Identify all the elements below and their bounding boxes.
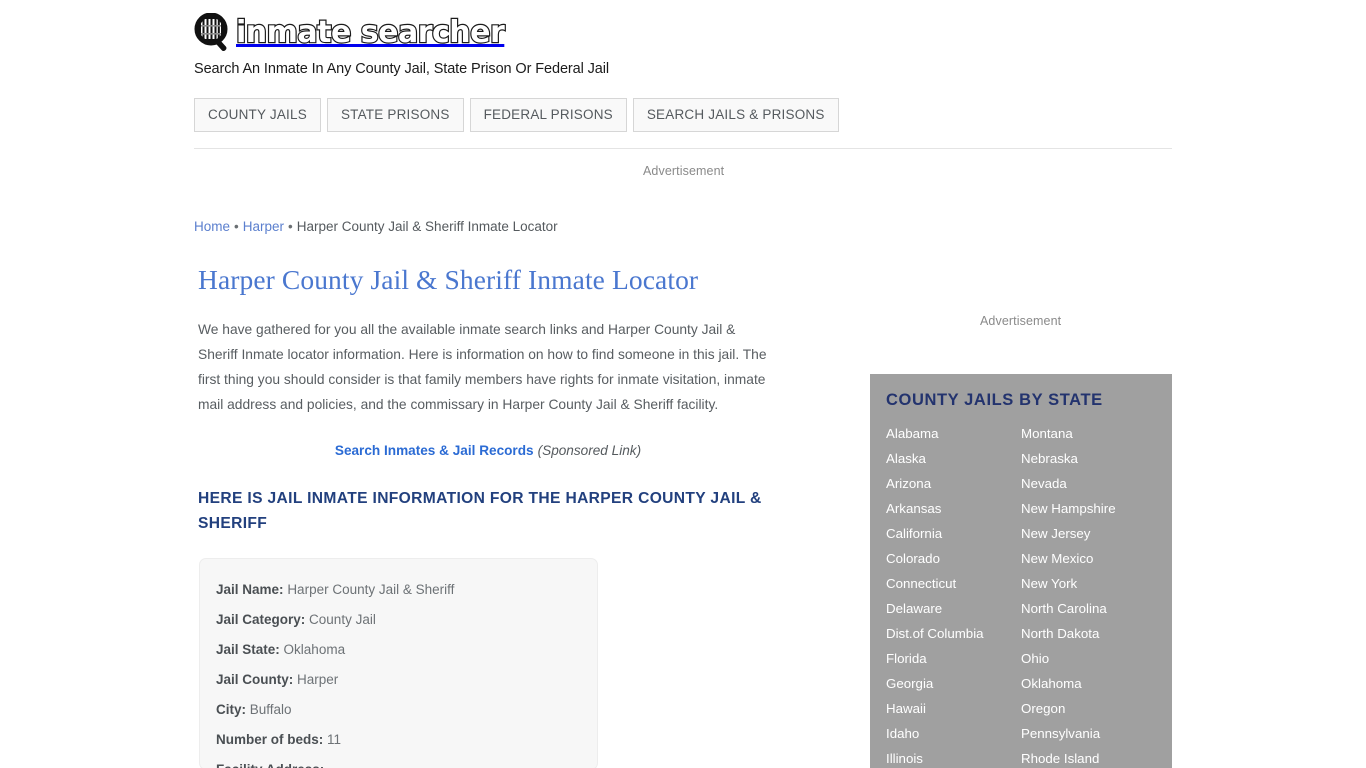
breadcrumb-separator-2: •: [288, 219, 293, 234]
info-key: City:: [216, 702, 246, 717]
state-link-california[interactable]: California: [886, 521, 1021, 546]
info-key: Facility Address:: [216, 762, 324, 768]
info-value: Harper County Jail & Sheriff: [287, 582, 455, 597]
state-link-montana[interactable]: Montana: [1021, 421, 1171, 446]
state-link-north-carolina[interactable]: North Carolina: [1021, 596, 1171, 621]
state-link-north-dakota[interactable]: North Dakota: [1021, 621, 1171, 646]
site-logo[interactable]: inmate searcher: [194, 12, 1174, 54]
state-link-idaho[interactable]: Idaho: [886, 721, 1021, 746]
state-link-arizona[interactable]: Arizona: [886, 471, 1021, 496]
state-link-dist-of-columbia[interactable]: Dist.of Columbia: [886, 621, 1021, 646]
nav-item-federal-prisons[interactable]: FEDERAL PRISONS: [469, 98, 627, 132]
advertisement-label-top: Advertisement: [643, 164, 725, 178]
info-value: 11: [327, 732, 342, 747]
nav-item-state-prisons[interactable]: STATE PRISONS: [326, 98, 464, 132]
state-link-new-mexico[interactable]: New Mexico: [1021, 546, 1171, 571]
sidebar-title: COUNTY JAILS BY STATE: [886, 391, 1103, 409]
state-link-hawaii[interactable]: Hawaii: [886, 696, 1021, 721]
advertisement-label-sidebar: Advertisement: [980, 314, 1062, 328]
header-divider: [194, 148, 1172, 149]
breadcrumb: Home • Harper • Harper County Jail & Sheriff…: [194, 219, 558, 234]
page-title: Harper County Jail & Sheriff Inmate Loca…: [198, 264, 699, 295]
state-link-new-york[interactable]: New York: [1021, 571, 1171, 596]
breadcrumb-current: Harper County Jail & Sheriff Inmate Loca…: [296, 219, 558, 234]
info-key: Jail State:: [216, 642, 280, 657]
state-link-delaware[interactable]: Delaware: [886, 596, 1021, 621]
state-link-new-hampshire[interactable]: New Hampshire: [1021, 496, 1171, 521]
nav-item-search-jails-prisons[interactable]: SEARCH JAILS & PRISONS: [632, 98, 839, 132]
state-link-rhode-island[interactable]: Rhode Island: [1021, 746, 1171, 768]
state-link-alaska[interactable]: Alaska: [886, 446, 1021, 471]
breadcrumb-county[interactable]: Harper: [243, 219, 284, 234]
state-link-alabama[interactable]: Alabama: [886, 421, 1021, 446]
info-key: Jail Category:: [216, 612, 306, 627]
info-key: Jail County:: [216, 672, 294, 687]
info-row-facility-address: Facility Address:: [216, 755, 597, 768]
info-row-jail-name: Jail Name: Harper County Jail & Sheriff: [216, 575, 597, 605]
state-column-2: Montana Nebraska Nevada New Hampshire Ne…: [1021, 421, 1171, 768]
site-tagline: Search An Inmate In Any County Jail, Sta…: [194, 61, 610, 77]
info-row-jail-category: Jail Category: County Jail: [216, 605, 597, 635]
state-link-new-jersey[interactable]: New Jersey: [1021, 521, 1171, 546]
jail-info-box: Jail Name: Harper County Jail & Sheriff …: [199, 558, 598, 768]
info-key: Number of beds:: [216, 732, 324, 747]
info-key: Jail Name:: [216, 582, 284, 597]
magnifier-bars-icon: [194, 12, 232, 53]
info-row-jail-state: Jail State: Oklahoma: [216, 635, 597, 665]
sponsored-note: (Sponsored Link): [537, 443, 642, 458]
section-heading: HERE IS JAIL INMATE INFORMATION FOR THE …: [198, 490, 762, 532]
state-link-arkansas[interactable]: Arkansas: [886, 496, 1021, 521]
info-value: Oklahoma: [283, 642, 346, 657]
sponsored-link-row: Search Inmates & Jail Records (Sponsored …: [198, 443, 778, 458]
site-header: inmate searcher Search An Inmate In Any …: [194, 12, 1174, 77]
state-column-1: Alabama Alaska Arizona Arkansas Californ…: [886, 421, 1021, 768]
primary-nav: COUNTY JAILS STATE PRISONS FEDERAL PRISO…: [194, 98, 839, 132]
info-row-number-of-beds: Number of beds: 11: [216, 725, 597, 755]
main-content: Harper County Jail & Sheriff Inmate Loca…: [198, 262, 788, 536]
search-inmates-jail-records-link[interactable]: Search Inmates & Jail Records: [335, 443, 534, 458]
state-link-connecticut[interactable]: Connecticut: [886, 571, 1021, 596]
state-link-ohio[interactable]: Ohio: [1021, 646, 1171, 671]
info-value: County Jail: [309, 612, 376, 627]
breadcrumb-separator-1: •: [234, 219, 239, 234]
county-jails-by-state-panel: COUNTY JAILS BY STATE Alabama Alaska Ari…: [870, 374, 1172, 768]
state-link-oklahoma[interactable]: Oklahoma: [1021, 671, 1171, 696]
intro-paragraph: We have gathered for you all the availab…: [198, 322, 767, 412]
state-link-pennsylvania[interactable]: Pennsylvania: [1021, 721, 1171, 746]
state-link-georgia[interactable]: Georgia: [886, 671, 1021, 696]
info-value: Harper: [297, 672, 339, 687]
state-link-illinois[interactable]: Illinois: [886, 746, 1021, 768]
state-columns: Alabama Alaska Arizona Arkansas Californ…: [870, 410, 1172, 768]
state-link-florida[interactable]: Florida: [886, 646, 1021, 671]
logo-wordmark: inmate searcher: [235, 14, 506, 51]
page-root: inmate searcher Search An Inmate In Any …: [0, 0, 1366, 768]
info-row-city: City: Buffalo: [216, 695, 597, 725]
state-link-colorado[interactable]: Colorado: [886, 546, 1021, 571]
state-link-nebraska[interactable]: Nebraska: [1021, 446, 1171, 471]
nav-item-county-jails[interactable]: COUNTY JAILS: [194, 98, 321, 132]
jail-info-list: Jail Name: Harper County Jail & Sheriff …: [200, 559, 597, 768]
info-row-jail-county: Jail County: Harper: [216, 665, 597, 695]
breadcrumb-home[interactable]: Home: [194, 219, 230, 234]
state-link-oregon[interactable]: Oregon: [1021, 696, 1171, 721]
state-link-nevada[interactable]: Nevada: [1021, 471, 1171, 496]
info-value: Buffalo: [249, 702, 292, 717]
